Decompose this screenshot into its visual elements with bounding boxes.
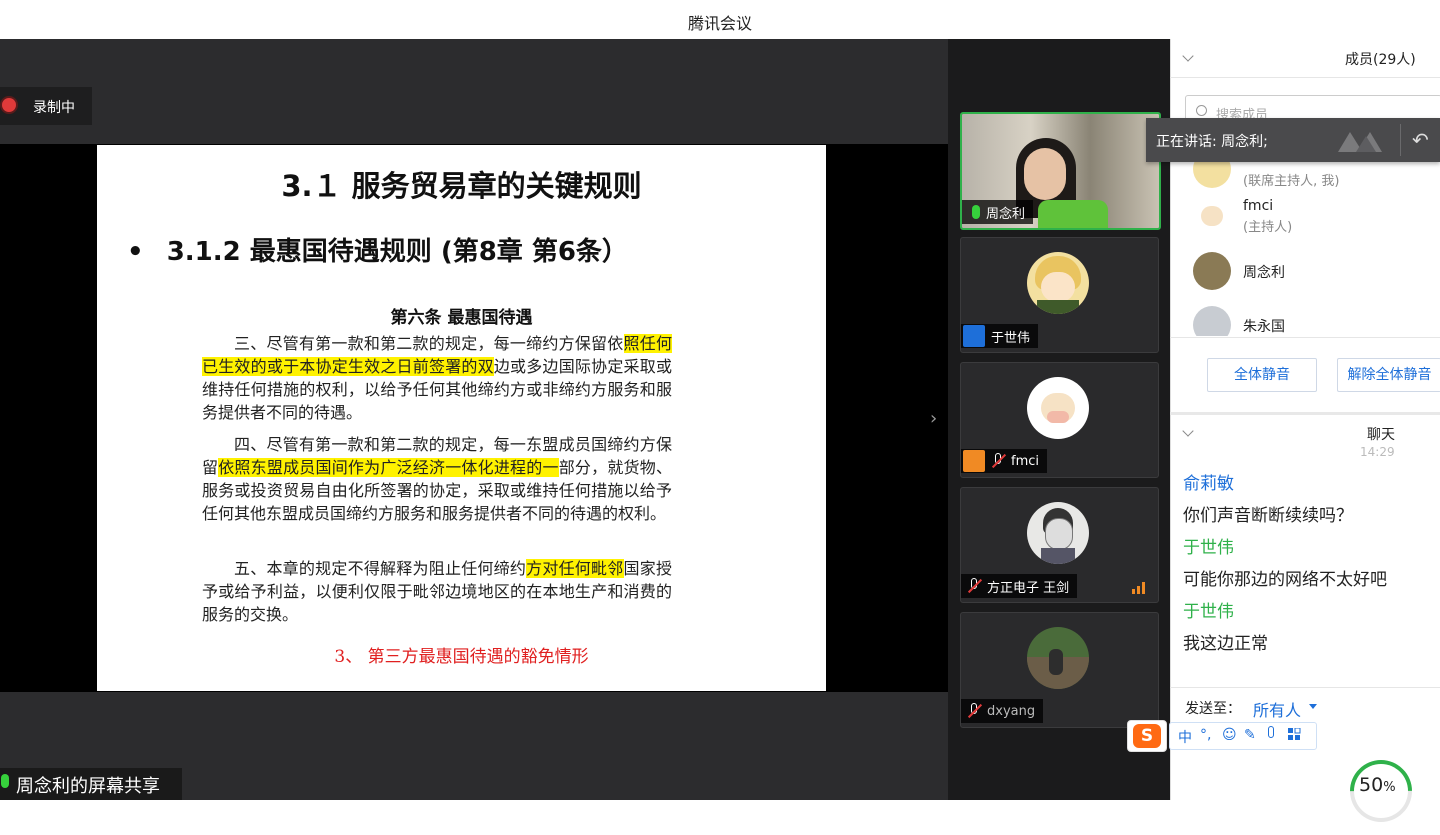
video-name-bar: dxyang xyxy=(961,699,1044,723)
participant-name: 方正电子 王剑 xyxy=(987,580,1070,596)
video-tile[interactable]: 周念利 xyxy=(960,112,1161,230)
member-name: 周念利 xyxy=(1243,265,1285,281)
chevron-right-icon[interactable]: › xyxy=(930,408,937,429)
mute-all-button[interactable]: 全体静音 xyxy=(1207,358,1317,392)
sogou-logo-icon[interactable]: S xyxy=(1127,720,1167,752)
member-row[interactable]: 周念利 xyxy=(1193,252,1440,292)
unmute-all-button[interactable]: 解除全体静音 xyxy=(1337,358,1440,392)
chat-title: 聊天 xyxy=(1367,427,1395,443)
shared-slide: 3.１ 服务贸易章的关键规则 • 3.1.2 最惠国待遇规则 (第8章 第6条）… xyxy=(97,145,826,691)
participant-name: dxyang xyxy=(987,703,1036,719)
video-tile[interactable]: 方正电子 王剑 xyxy=(960,487,1159,603)
chat-sender: 于世伟 xyxy=(1183,538,1234,558)
signal-icon xyxy=(1132,582,1148,594)
record-icon xyxy=(2,98,16,112)
video-tile[interactable]: fmci xyxy=(960,362,1159,478)
chat-timestamp: 14:29 xyxy=(1360,445,1395,459)
members-title: 成员(29人) xyxy=(1345,52,1416,68)
paragraph-4: 四、尽管有第一款和第二款的规定，每一东盟成员国缔约方保留依照东盟成员国间作为广泛… xyxy=(202,433,672,525)
user-icon xyxy=(963,325,985,347)
person-face xyxy=(1024,148,1066,200)
meeting-logo-icon xyxy=(1336,126,1388,154)
chat-message: 我这边正常 xyxy=(1183,634,1268,654)
avatar xyxy=(1027,502,1089,564)
member-name: 朱永国 xyxy=(1243,319,1285,335)
recording-badge[interactable]: 录制中 xyxy=(0,87,92,125)
avatar xyxy=(1193,252,1231,290)
user-icon xyxy=(963,450,985,472)
highlighted-text: 方对任何毗邻 xyxy=(526,559,624,578)
paragraph-5: 五、本章的规定不得解释为阻止任何缔约方对任何毗邻国家授予或给予利益，以便利仅限于… xyxy=(202,557,672,626)
speaking-indicator: 正在讲话: 周念利; ↶ xyxy=(1146,118,1440,162)
speaking-text: 正在讲话: 周念利; xyxy=(1156,134,1268,150)
sharer-label: 周念利的屏幕共享 xyxy=(0,768,182,800)
avatar xyxy=(1027,252,1089,314)
person-shirt xyxy=(1038,200,1108,228)
mic-muted-icon xyxy=(991,453,1005,469)
ime-buttons: 中 °, ☺ ✎ xyxy=(1169,722,1317,750)
progress-number: 50 xyxy=(1359,774,1384,796)
member-role: (联席主持人, 我) xyxy=(1243,174,1340,189)
chat-message: 你们声音断断续续吗？ xyxy=(1183,506,1353,526)
progress-unit: % xyxy=(1383,780,1396,795)
ime-lang-button[interactable]: 中 xyxy=(1178,727,1192,747)
participant-name: 于世伟 xyxy=(991,330,1031,346)
highlighted-text: 依照东盟成员国间作为广泛经济一体化进程的一 xyxy=(218,458,559,477)
send-to-select[interactable]: 所有人 xyxy=(1253,697,1301,721)
search-icon xyxy=(1196,105,1207,116)
slide-footer: 3、 第三方最惠国待遇的豁免情形 xyxy=(334,647,589,667)
member-row[interactable]: fmci (主持人) xyxy=(1193,196,1440,236)
doc-heading: 第六条 最惠国待遇 xyxy=(390,308,533,328)
send-to-label: 发送至： xyxy=(1185,701,1241,717)
emoji-icon[interactable]: ☺ xyxy=(1222,727,1237,743)
slide-subtitle: • 3.1.2 最惠国待遇规则 (第8章 第6条） xyxy=(127,231,628,268)
mic-icon xyxy=(972,205,980,219)
return-icon[interactable]: ↶ xyxy=(1412,128,1429,152)
member-row[interactable]: 朱永国 xyxy=(1193,306,1440,336)
para-text: 五、本章的规定不得解释为阻止任何缔约 xyxy=(234,559,527,578)
window-title: 腾讯会议 xyxy=(687,14,752,33)
chat-sender: 于世伟 xyxy=(1183,602,1234,622)
video-name-bar: 方正电子 王剑 xyxy=(961,574,1078,598)
avatar xyxy=(1027,377,1089,439)
divider xyxy=(1170,337,1440,338)
ime-punct-button[interactable]: °, xyxy=(1200,727,1211,743)
mic-muted-icon xyxy=(967,703,981,719)
pen-icon[interactable]: ✎ xyxy=(1244,727,1256,743)
microphone-icon[interactable] xyxy=(1268,726,1274,738)
bullet: • xyxy=(127,237,144,267)
mic-muted-icon xyxy=(967,578,981,594)
title-bar: 腾讯会议 xyxy=(0,0,1440,40)
sharer-text: 周念利的屏幕共享 xyxy=(16,776,160,797)
member-name: fmci xyxy=(1243,198,1274,214)
participant-name: 周念利 xyxy=(986,206,1026,222)
progress-value: 50% xyxy=(1359,774,1396,796)
paragraph-3: 三、尽管有第一款和第二款的规定，每一缔约方保留依照任何已生效的或于本协定生效之日… xyxy=(202,332,672,424)
avatar xyxy=(1027,627,1089,689)
member-role: (主持人) xyxy=(1243,220,1293,235)
slide-title: 3.１ 服务贸易章的关键规则 xyxy=(281,169,642,203)
divider xyxy=(1170,687,1440,688)
participant-name: fmci xyxy=(1011,453,1039,469)
divider xyxy=(1400,124,1401,156)
video-name-bar: fmci xyxy=(961,449,1047,473)
video-name-bar: 周念利 xyxy=(962,200,1034,224)
recording-label: 录制中 xyxy=(33,100,75,116)
subtitle-text: 3.1.2 最惠国待遇规则 (第8章 第6条） xyxy=(166,237,628,267)
video-tile[interactable]: 于世伟 xyxy=(960,237,1159,353)
para-text: 三、尽管有第一款和第二款的规定，每一缔约方保留依 xyxy=(234,334,624,353)
avatar xyxy=(1193,306,1231,336)
video-name-bar: 于世伟 xyxy=(961,324,1039,348)
mic-icon xyxy=(1,774,9,788)
chat-sender: 俞莉敏 xyxy=(1183,474,1234,494)
ime-logo-text: S xyxy=(1133,724,1161,748)
divider xyxy=(1170,412,1440,415)
avatar xyxy=(1193,196,1231,234)
grid-icon[interactable] xyxy=(1288,727,1301,741)
chat-message: 可能你那边的网络不太好吧 xyxy=(1183,570,1387,590)
caret-down-icon[interactable] xyxy=(1309,704,1317,709)
video-tile[interactable]: dxyang xyxy=(960,612,1159,728)
ime-toolbar[interactable]: S 中 °, ☺ ✎ xyxy=(1127,720,1317,752)
